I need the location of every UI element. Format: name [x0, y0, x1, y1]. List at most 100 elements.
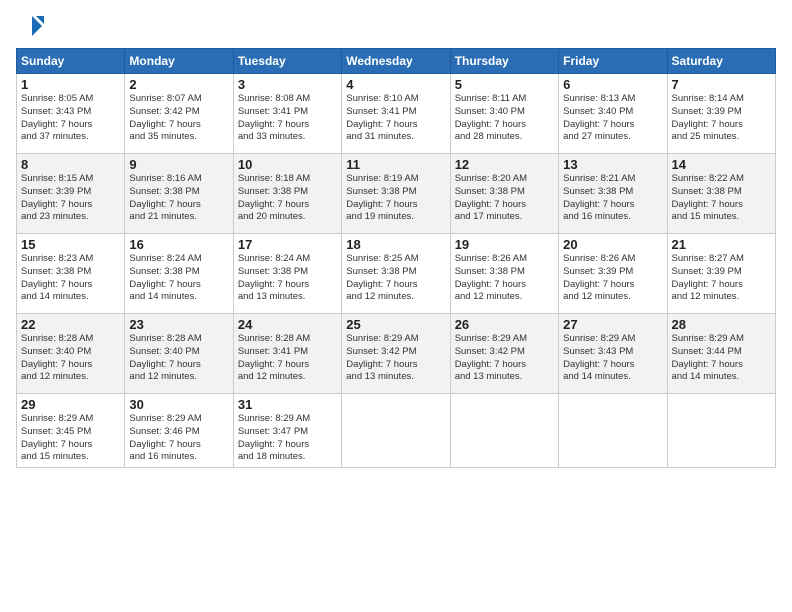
- cell-info-line: Daylight: 7 hours: [346, 199, 445, 212]
- cell-info-line: Sunrise: 8:29 AM: [238, 413, 337, 426]
- cell-info-line: Sunset: 3:38 PM: [238, 266, 337, 279]
- cell-info-line: Daylight: 7 hours: [129, 279, 228, 292]
- cell-info-line: Sunset: 3:39 PM: [21, 186, 120, 199]
- day-number: 7: [672, 77, 771, 92]
- cell-info-line: and 17 minutes.: [455, 211, 554, 224]
- cell-info-line: Daylight: 7 hours: [129, 439, 228, 452]
- cell-info-line: Daylight: 7 hours: [455, 279, 554, 292]
- logo-icon: [16, 12, 44, 40]
- cell-info-line: Daylight: 7 hours: [672, 119, 771, 132]
- day-number: 28: [672, 317, 771, 332]
- cell-info-line: Sunrise: 8:29 AM: [455, 333, 554, 346]
- calendar-cell: 13Sunrise: 8:21 AMSunset: 3:38 PMDayligh…: [559, 154, 667, 234]
- cell-info-line: Sunset: 3:38 PM: [21, 266, 120, 279]
- cell-info-line: Sunset: 3:43 PM: [563, 346, 662, 359]
- cell-info-line: Sunrise: 8:21 AM: [563, 173, 662, 186]
- cell-info-line: Daylight: 7 hours: [346, 279, 445, 292]
- cell-info-line: Sunrise: 8:27 AM: [672, 253, 771, 266]
- cell-info-line: Sunset: 3:40 PM: [563, 106, 662, 119]
- day-number: 23: [129, 317, 228, 332]
- cell-info-line: Sunrise: 8:13 AM: [563, 93, 662, 106]
- calendar-cell: 29Sunrise: 8:29 AMSunset: 3:45 PMDayligh…: [17, 394, 125, 468]
- cell-info-line: Sunrise: 8:11 AM: [455, 93, 554, 106]
- cell-info-line: Sunrise: 8:15 AM: [21, 173, 120, 186]
- cell-info-line: and 12 minutes.: [346, 291, 445, 304]
- cell-info-line: Daylight: 7 hours: [563, 199, 662, 212]
- day-number: 30: [129, 397, 228, 412]
- day-number: 6: [563, 77, 662, 92]
- calendar-week-row: 29Sunrise: 8:29 AMSunset: 3:45 PMDayligh…: [17, 394, 776, 468]
- day-number: 5: [455, 77, 554, 92]
- cell-info-line: Daylight: 7 hours: [129, 119, 228, 132]
- cell-info-line: Daylight: 7 hours: [563, 279, 662, 292]
- calendar-cell: 19Sunrise: 8:26 AMSunset: 3:38 PMDayligh…: [450, 234, 558, 314]
- calendar-header-monday: Monday: [125, 49, 233, 74]
- day-number: 18: [346, 237, 445, 252]
- cell-info-line: and 19 minutes.: [346, 211, 445, 224]
- cell-info-line: Sunset: 3:38 PM: [129, 266, 228, 279]
- cell-info-line: Sunrise: 8:28 AM: [238, 333, 337, 346]
- calendar-cell: 8Sunrise: 8:15 AMSunset: 3:39 PMDaylight…: [17, 154, 125, 234]
- calendar-week-row: 15Sunrise: 8:23 AMSunset: 3:38 PMDayligh…: [17, 234, 776, 314]
- calendar-cell: 5Sunrise: 8:11 AMSunset: 3:40 PMDaylight…: [450, 74, 558, 154]
- day-number: 21: [672, 237, 771, 252]
- calendar-header-saturday: Saturday: [667, 49, 775, 74]
- cell-info-line: Daylight: 7 hours: [455, 359, 554, 372]
- cell-info-line: and 25 minutes.: [672, 131, 771, 144]
- cell-info-line: Daylight: 7 hours: [21, 359, 120, 372]
- day-number: 27: [563, 317, 662, 332]
- calendar-cell: 4Sunrise: 8:10 AMSunset: 3:41 PMDaylight…: [342, 74, 450, 154]
- calendar-cell: 15Sunrise: 8:23 AMSunset: 3:38 PMDayligh…: [17, 234, 125, 314]
- calendar-header-thursday: Thursday: [450, 49, 558, 74]
- cell-info-line: Sunrise: 8:24 AM: [129, 253, 228, 266]
- cell-info-line: and 27 minutes.: [563, 131, 662, 144]
- cell-info-line: Sunset: 3:40 PM: [21, 346, 120, 359]
- cell-info-line: and 21 minutes.: [129, 211, 228, 224]
- cell-info-line: Daylight: 7 hours: [238, 279, 337, 292]
- cell-info-line: Daylight: 7 hours: [21, 199, 120, 212]
- cell-info-line: Sunrise: 8:29 AM: [346, 333, 445, 346]
- cell-info-line: Sunset: 3:38 PM: [455, 266, 554, 279]
- cell-info-line: Sunrise: 8:29 AM: [563, 333, 662, 346]
- cell-info-line: Sunset: 3:38 PM: [672, 186, 771, 199]
- cell-info-line: Sunrise: 8:10 AM: [346, 93, 445, 106]
- cell-info-line: Sunset: 3:39 PM: [563, 266, 662, 279]
- cell-info-line: Sunset: 3:40 PM: [455, 106, 554, 119]
- calendar-header-sunday: Sunday: [17, 49, 125, 74]
- cell-info-line: Sunset: 3:45 PM: [21, 426, 120, 439]
- cell-info-line: Sunrise: 8:18 AM: [238, 173, 337, 186]
- cell-info-line: Sunset: 3:39 PM: [672, 266, 771, 279]
- cell-info-line: and 15 minutes.: [21, 451, 120, 464]
- cell-info-line: Daylight: 7 hours: [238, 359, 337, 372]
- cell-info-line: Daylight: 7 hours: [21, 119, 120, 132]
- cell-info-line: Daylight: 7 hours: [563, 359, 662, 372]
- cell-info-line: Sunrise: 8:08 AM: [238, 93, 337, 106]
- calendar-week-row: 8Sunrise: 8:15 AMSunset: 3:39 PMDaylight…: [17, 154, 776, 234]
- cell-info-line: Sunset: 3:40 PM: [129, 346, 228, 359]
- cell-info-line: Sunset: 3:42 PM: [455, 346, 554, 359]
- cell-info-line: Sunrise: 8:29 AM: [21, 413, 120, 426]
- cell-info-line: and 33 minutes.: [238, 131, 337, 144]
- calendar-table: SundayMondayTuesdayWednesdayThursdayFrid…: [16, 48, 776, 468]
- cell-info-line: and 23 minutes.: [21, 211, 120, 224]
- day-number: 10: [238, 157, 337, 172]
- calendar-cell: 3Sunrise: 8:08 AMSunset: 3:41 PMDaylight…: [233, 74, 341, 154]
- calendar-cell: 17Sunrise: 8:24 AMSunset: 3:38 PMDayligh…: [233, 234, 341, 314]
- calendar-cell: 11Sunrise: 8:19 AMSunset: 3:38 PMDayligh…: [342, 154, 450, 234]
- cell-info-line: Daylight: 7 hours: [346, 359, 445, 372]
- day-number: 22: [21, 317, 120, 332]
- cell-info-line: and 35 minutes.: [129, 131, 228, 144]
- cell-info-line: Sunrise: 8:26 AM: [455, 253, 554, 266]
- cell-info-line: Sunrise: 8:28 AM: [129, 333, 228, 346]
- day-number: 19: [455, 237, 554, 252]
- day-number: 20: [563, 237, 662, 252]
- day-number: 11: [346, 157, 445, 172]
- day-number: 3: [238, 77, 337, 92]
- calendar-cell: 18Sunrise: 8:25 AMSunset: 3:38 PMDayligh…: [342, 234, 450, 314]
- cell-info-line: and 12 minutes.: [563, 291, 662, 304]
- day-number: 25: [346, 317, 445, 332]
- day-number: 26: [455, 317, 554, 332]
- calendar-cell: [667, 394, 775, 468]
- cell-info-line: and 14 minutes.: [129, 291, 228, 304]
- day-number: 15: [21, 237, 120, 252]
